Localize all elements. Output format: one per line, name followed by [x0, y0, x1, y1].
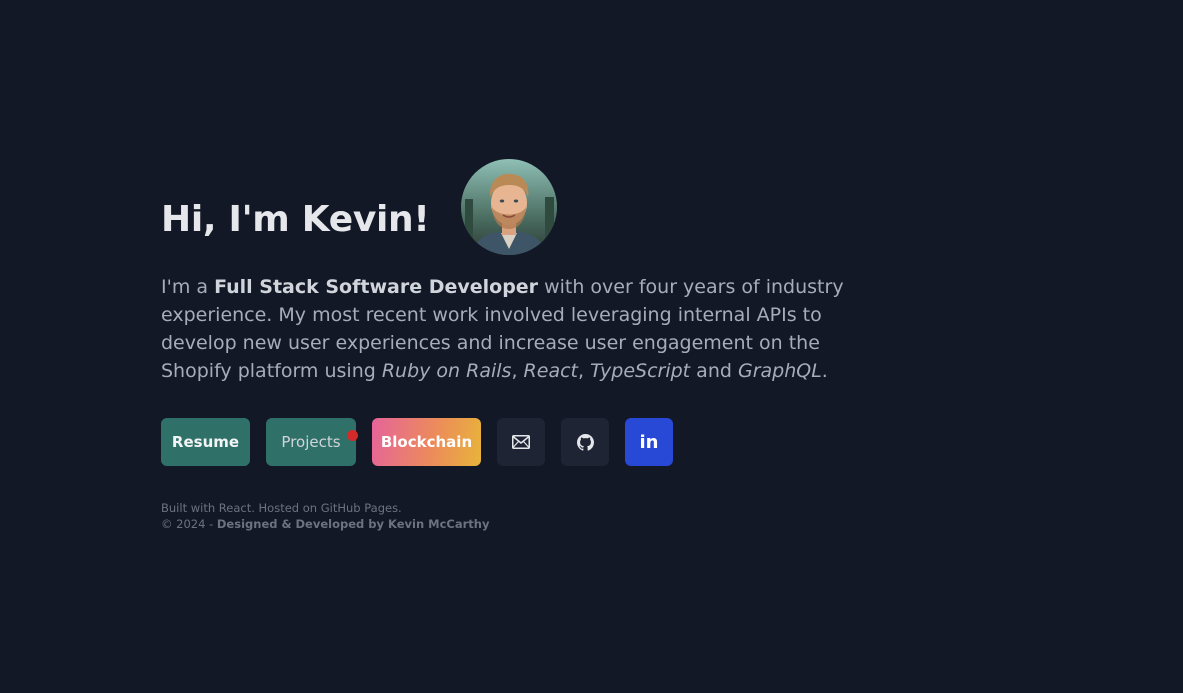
- tech-graphql: GraphQL: [737, 360, 822, 382]
- github-icon: [576, 433, 594, 451]
- intro-separator: ,: [577, 360, 591, 382]
- intro-end: .: [821, 360, 828, 382]
- page: Hi, I'm Kevin! I'm a Full Stack Software…: [0, 0, 1183, 693]
- page-title: Hi, I'm Kevin!: [161, 198, 430, 240]
- avatar: [461, 159, 558, 255]
- resume-button[interactable]: Resume: [161, 418, 250, 466]
- copyright-text: © 2024 -: [161, 517, 217, 531]
- footer-copyright: © 2024 - Designed & Developed by Kevin M…: [161, 516, 881, 532]
- notification-dot: [347, 430, 358, 441]
- github-button[interactable]: [561, 418, 609, 466]
- intro-part: I'm a: [161, 276, 215, 298]
- main-content: Hi, I'm Kevin! I'm a Full Stack Software…: [161, 158, 881, 532]
- tech-react: React: [523, 360, 578, 382]
- intro-separator: ,: [511, 360, 524, 382]
- intro-text: I'm a Full Stack Software Developer with…: [161, 273, 881, 385]
- tech-ruby-on-rails: Ruby on Rails: [381, 360, 512, 382]
- mail-icon: [512, 435, 530, 449]
- projects-label: Projects: [281, 433, 341, 451]
- linkedin-icon: in: [639, 431, 659, 453]
- tech-typescript: TypeScript: [590, 360, 691, 382]
- credit-text: Designed & Developed by Kevin McCarthy: [216, 517, 490, 531]
- resume-label: Resume: [171, 433, 240, 451]
- avatar-image: [461, 159, 558, 255]
- role-text: Full Stack Software Developer: [214, 276, 539, 298]
- blockchain-button[interactable]: Blockchain: [372, 418, 481, 466]
- hero: Hi, I'm Kevin!: [161, 158, 881, 256]
- action-buttons: Resume Projects Blockchain in: [161, 418, 881, 466]
- footer: Built with React. Hosted on GitHub Pages…: [161, 500, 881, 532]
- linkedin-button[interactable]: in: [625, 418, 673, 466]
- footer-built-with: Built with React. Hosted on GitHub Pages…: [161, 501, 402, 515]
- email-button[interactable]: [497, 418, 545, 466]
- intro-separator: and: [690, 360, 738, 382]
- projects-button[interactable]: Projects: [266, 418, 358, 466]
- blockchain-label: Blockchain: [380, 433, 473, 451]
